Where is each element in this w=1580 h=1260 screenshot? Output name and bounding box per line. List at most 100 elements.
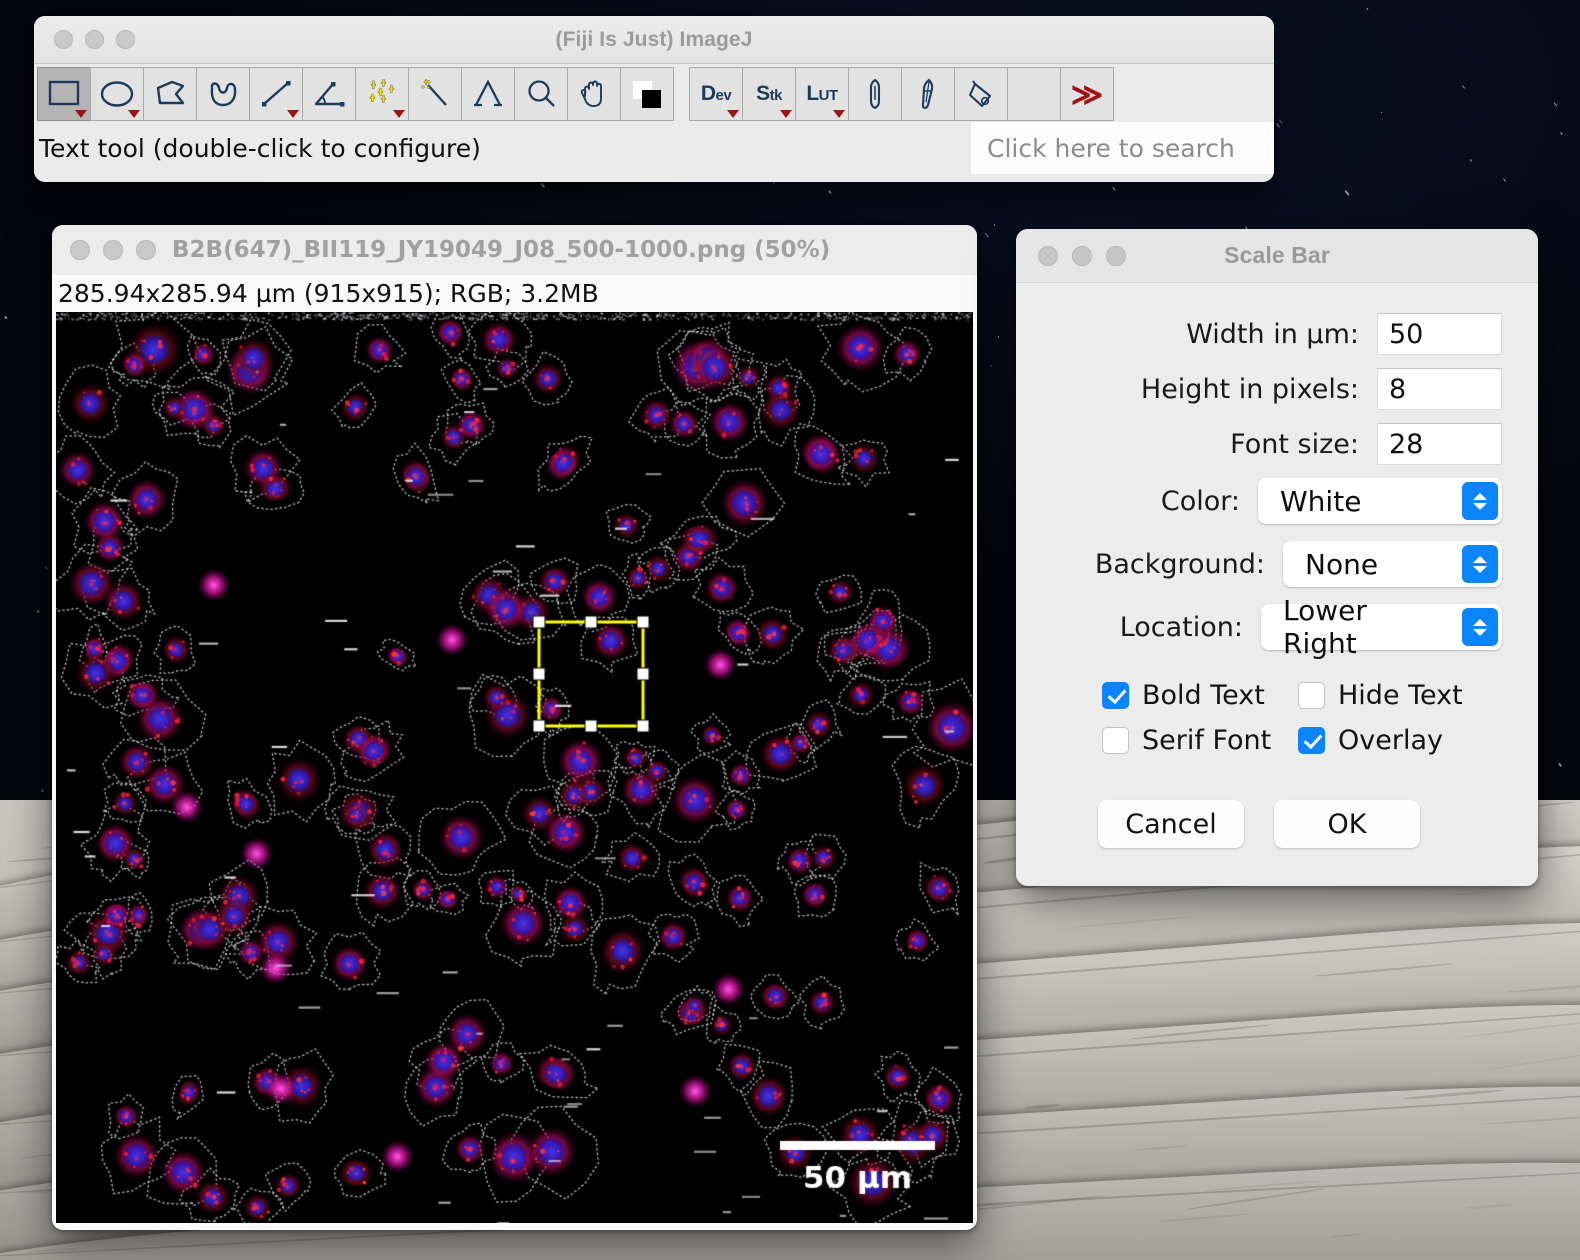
dialog-buttons: Cancel OK bbox=[1016, 800, 1502, 848]
font-size-field-label: Font size: bbox=[1230, 429, 1359, 460]
checkbox-row: Bold Text Hide Text bbox=[1102, 680, 1502, 711]
image-filename-title: B2B(647)_BII119_JY19049_J08_500-1000.png… bbox=[172, 237, 830, 263]
more-tools-icon: ≫ bbox=[1071, 79, 1103, 110]
background-select[interactable]: None bbox=[1283, 541, 1502, 587]
polygon-icon bbox=[154, 79, 186, 109]
serif-font-checkbox-label: Serif Font bbox=[1142, 725, 1271, 756]
window-controls[interactable] bbox=[34, 30, 135, 49]
close-button[interactable] bbox=[70, 240, 90, 260]
cancel-button-label: Cancel bbox=[1125, 809, 1216, 840]
bold-text-checkbox-box[interactable] bbox=[1102, 682, 1129, 709]
cancel-button[interactable]: Cancel bbox=[1098, 800, 1244, 848]
paint-bucket-icon bbox=[966, 78, 996, 110]
wand-icon bbox=[419, 79, 451, 109]
chevron-updown-icon[interactable] bbox=[1462, 608, 1498, 646]
dropdown-arrow-icon[interactable] bbox=[780, 110, 792, 118]
serif-font-checkbox[interactable]: Serif Font bbox=[1102, 725, 1298, 756]
wand-tool[interactable] bbox=[408, 67, 462, 121]
font-size-field-row: Font size: 28 bbox=[1016, 423, 1502, 465]
close-button[interactable] bbox=[54, 30, 73, 49]
window-controls[interactable] bbox=[1016, 246, 1126, 266]
dropdown-arrow-icon[interactable] bbox=[287, 110, 299, 118]
height-in-pixels-field[interactable]: 8 bbox=[1377, 368, 1502, 410]
select-fields-group: Color: White Background: None Location:Lower… bbox=[1016, 478, 1502, 650]
search-placeholder: Click here to search bbox=[987, 134, 1235, 163]
width-in-um-field-row: Width in µm: 50 bbox=[1016, 313, 1502, 355]
dropdown-arrow-icon[interactable] bbox=[128, 110, 140, 118]
stk-tool-label: Stk bbox=[756, 82, 782, 106]
point-tool[interactable] bbox=[355, 67, 409, 121]
zoom-button[interactable] bbox=[1106, 246, 1126, 266]
ok-button-label: OK bbox=[1328, 809, 1367, 840]
location-select-row: Location:Lower Right bbox=[1016, 604, 1502, 650]
freehand-tool[interactable] bbox=[196, 67, 250, 121]
fiji-window-title: (Fiji Is Just) ImageJ bbox=[34, 28, 1274, 52]
line-icon bbox=[260, 79, 292, 109]
pencil-tool[interactable] bbox=[848, 67, 902, 121]
flood-fill-tool[interactable] bbox=[954, 67, 1008, 121]
overlay-checkbox-box[interactable] bbox=[1298, 727, 1325, 754]
minimize-button[interactable] bbox=[85, 30, 104, 49]
location-select[interactable]: Lower Right bbox=[1261, 604, 1502, 650]
bold-text-checkbox-label: Bold Text bbox=[1142, 680, 1265, 711]
overlay-checkbox[interactable]: Overlay bbox=[1298, 725, 1443, 756]
point-icon bbox=[365, 79, 399, 109]
width-in-um-field-label: Width in µm: bbox=[1186, 319, 1359, 350]
hide-text-checkbox-box[interactable] bbox=[1298, 682, 1325, 709]
hide-text-checkbox[interactable]: Hide Text bbox=[1298, 680, 1463, 711]
font-size-field-value: 28 bbox=[1389, 429, 1423, 460]
polygon-tool[interactable] bbox=[143, 67, 197, 121]
scale-bar-titlebar[interactable]: Scale Bar bbox=[1016, 229, 1538, 283]
minimize-button[interactable] bbox=[103, 240, 123, 260]
pencil-icon bbox=[862, 78, 888, 110]
oval-icon bbox=[100, 80, 134, 108]
zoom-tool[interactable] bbox=[514, 67, 568, 121]
image-window-titlebar[interactable]: B2B(647)_BII119_JY19049_J08_500-1000.png… bbox=[52, 225, 977, 275]
window-controls[interactable] bbox=[52, 240, 156, 260]
color-select[interactable]: White bbox=[1258, 478, 1502, 524]
serif-font-checkbox-box[interactable] bbox=[1102, 727, 1129, 754]
color-select-label: Color: bbox=[1161, 486, 1240, 517]
fiji-main-window[interactable]: (Fiji Is Just) ImageJ DevStkLUT≫ Text to… bbox=[34, 16, 1274, 182]
dev-tool[interactable]: Dev bbox=[689, 67, 743, 121]
checkbox-row: Serif Font Overlay bbox=[1102, 725, 1502, 756]
dropdown-arrow-icon[interactable] bbox=[393, 110, 405, 118]
lut-tool[interactable]: LUT bbox=[795, 67, 849, 121]
line-tool[interactable] bbox=[249, 67, 303, 121]
close-button[interactable] bbox=[1038, 246, 1058, 266]
bold-text-checkbox[interactable]: Bold Text bbox=[1102, 680, 1298, 711]
image-window[interactable]: B2B(647)_BII119_JY19049_J08_500-1000.png… bbox=[52, 225, 977, 1230]
search-field[interactable]: Click here to search bbox=[971, 122, 1274, 174]
zoom-button[interactable] bbox=[116, 30, 135, 49]
hand-tool[interactable] bbox=[567, 67, 621, 121]
more-tools-button[interactable]: ≫ bbox=[1060, 67, 1114, 121]
font-size-field[interactable]: 28 bbox=[1377, 423, 1502, 465]
width-in-um-field[interactable]: 50 bbox=[1377, 313, 1502, 355]
spare-tool[interactable] bbox=[1007, 67, 1061, 121]
dropdown-arrow-icon[interactable] bbox=[75, 110, 87, 118]
fg-bg-color-icon bbox=[630, 79, 664, 109]
text-tool[interactable] bbox=[461, 67, 515, 121]
angle-tool[interactable] bbox=[302, 67, 356, 121]
dropdown-arrow-icon[interactable] bbox=[833, 110, 845, 118]
image-canvas[interactable] bbox=[56, 312, 973, 1223]
oval-tool[interactable] bbox=[90, 67, 144, 121]
rectangle-tool[interactable] bbox=[37, 67, 91, 121]
chevron-updown-icon[interactable] bbox=[1462, 545, 1498, 583]
ok-button[interactable]: OK bbox=[1274, 800, 1420, 848]
chevron-updown-icon[interactable] bbox=[1462, 482, 1498, 520]
color-picker-tool[interactable] bbox=[620, 67, 674, 121]
scale-bar-dialog[interactable]: Scale Bar Width in µm:50Height in pixels… bbox=[1016, 229, 1538, 886]
location-select-value: Lower Right bbox=[1283, 594, 1448, 660]
stk-tool[interactable]: Stk bbox=[742, 67, 796, 121]
dropdown-arrow-icon[interactable] bbox=[727, 110, 739, 118]
microscopy-image[interactable] bbox=[56, 312, 973, 1223]
fiji-toolbar[interactable]: Dev Stk LUT ≫ bbox=[34, 64, 1274, 122]
zoom-button[interactable] bbox=[136, 240, 156, 260]
background-select-label: Background: bbox=[1095, 549, 1265, 580]
paintbrush-icon bbox=[915, 78, 941, 110]
minimize-button[interactable] bbox=[1072, 246, 1092, 266]
fiji-titlebar[interactable]: (Fiji Is Just) ImageJ bbox=[34, 16, 1274, 64]
brush-tool[interactable] bbox=[901, 67, 955, 121]
text-fields-group: Width in µm:50Height in pixels:8Font siz… bbox=[1016, 313, 1502, 465]
